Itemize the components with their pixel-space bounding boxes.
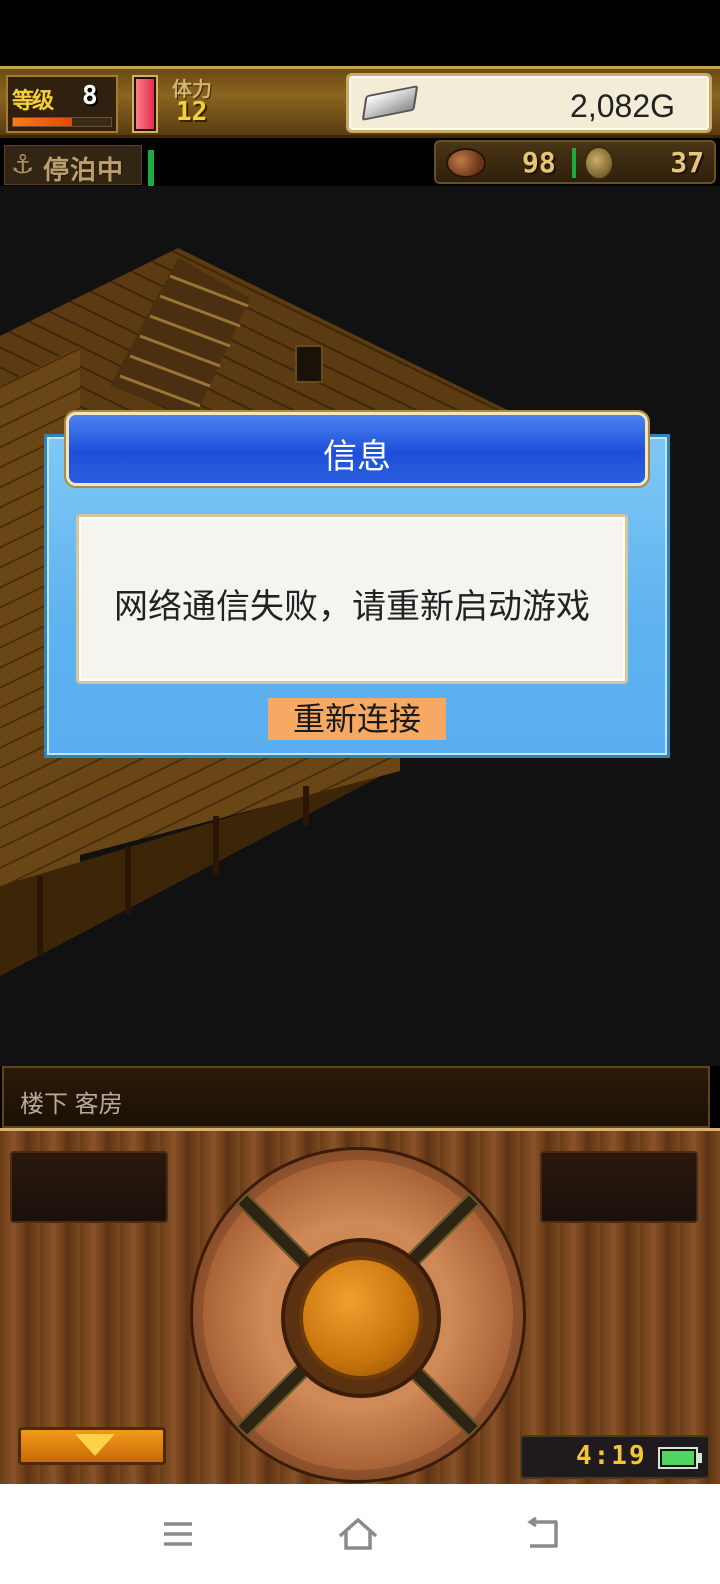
system-nav-bar — [0, 1484, 720, 1584]
anchored-indicator — [148, 150, 154, 186]
dialog-message: 网络通信失败，请重新启动游戏 — [114, 588, 590, 626]
battery-fill — [662, 1451, 694, 1465]
silver-bar-icon — [361, 85, 419, 121]
dialog-message-box: 网络通信失败，请重新启动游戏 — [76, 514, 628, 684]
gold-amount: 2,082G — [570, 88, 675, 124]
resource-panel: 98 37 — [434, 140, 716, 184]
cannonball-icon — [446, 148, 486, 178]
clock-panel: 4:19 — [520, 1435, 710, 1479]
left-action-slot[interactable] — [10, 1151, 168, 1223]
status-bar — [0, 0, 720, 66]
nav-back-button[interactable] — [516, 1508, 572, 1560]
dialog-title: 信息 — [323, 438, 391, 476]
stamina-gauge-fill — [136, 79, 154, 129]
controller-panel: 4:19 — [0, 1128, 720, 1484]
stamina-value: 12 — [176, 97, 208, 127]
location-text: 楼下 客房 — [20, 1091, 123, 1118]
reconnect-button[interactable]: 重新连接 — [268, 698, 446, 740]
battery-icon — [658, 1447, 698, 1469]
menu-icon — [164, 1522, 192, 1546]
nav-menu-button[interactable] — [150, 1508, 206, 1560]
back-icon — [527, 1516, 558, 1548]
level-exp-fill — [13, 118, 72, 126]
resource-separator — [572, 148, 576, 178]
home-icon — [338, 1518, 378, 1550]
nav-home-button[interactable] — [330, 1508, 386, 1560]
gold-panel: 2,082G — [346, 73, 712, 133]
anchor-icon: ⚓ — [11, 150, 35, 180]
dpad-center-button[interactable] — [299, 1256, 423, 1380]
clock-time: 4:19 — [576, 1441, 647, 1471]
dpad[interactable] — [190, 1147, 526, 1483]
level-label: 等级 — [12, 89, 54, 114]
right-action-slot[interactable] — [540, 1151, 698, 1223]
battery-tip — [698, 1453, 702, 1463]
stamina-gauge — [132, 75, 158, 133]
resource-coin-value: 37 — [670, 146, 704, 179]
cabin-window — [295, 345, 323, 383]
hud-top-bar: 等级 8 体力 12 2,082G — [0, 66, 720, 138]
down-triangle-icon — [75, 1434, 115, 1456]
dialog-title-bar: 信息 — [66, 412, 648, 486]
level-exp-bar — [12, 117, 112, 127]
level-box: 等级 8 — [6, 75, 118, 133]
coin-icon — [584, 146, 614, 180]
menu-toggle-button[interactable] — [18, 1427, 166, 1465]
location-bar: 楼下 客房 — [2, 1066, 710, 1128]
level-value: 8 — [82, 81, 98, 111]
anchored-label: 停泊中 — [43, 156, 125, 186]
resource-food-value: 98 — [522, 146, 556, 179]
anchored-status: ⚓ 停泊中 — [4, 145, 142, 186]
